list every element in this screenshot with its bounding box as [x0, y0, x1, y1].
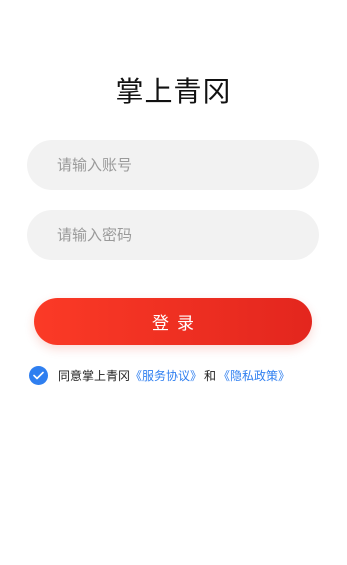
- privacy-policy-link[interactable]: 《隐私政策》: [218, 367, 290, 384]
- agreement-row: 同意掌上青冈 《服务协议》 和 《隐私政策》: [29, 365, 290, 385]
- checkbox-checked-icon[interactable]: [29, 365, 48, 385]
- login-button[interactable]: 登录: [34, 298, 312, 345]
- agreement-and: 和: [204, 368, 217, 383]
- password-field[interactable]: [27, 210, 319, 260]
- account-input[interactable]: [55, 155, 291, 175]
- agreement-prefix: 同意掌上青冈: [58, 368, 131, 383]
- account-field[interactable]: [27, 140, 319, 190]
- service-agreement-link[interactable]: 《服务协议》: [130, 367, 202, 384]
- password-input[interactable]: [55, 225, 291, 245]
- app-title: 掌上青冈: [115, 75, 232, 108]
